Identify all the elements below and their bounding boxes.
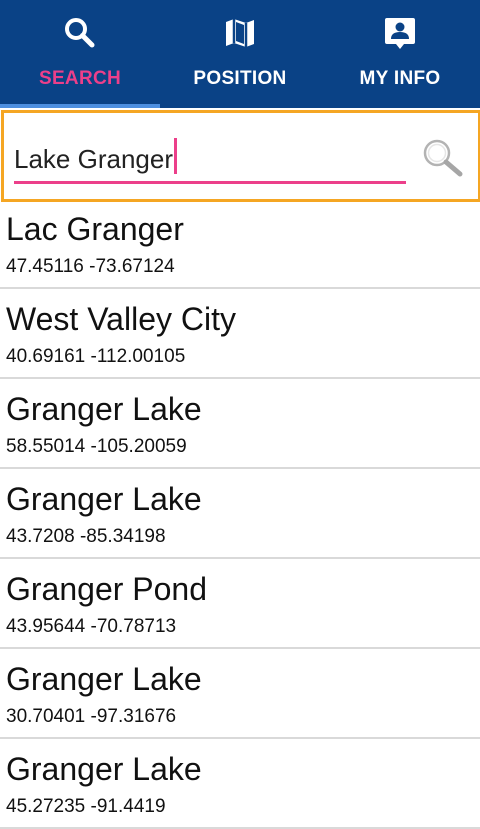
search-icon [65,18,95,48]
tab-my-info[interactable]: MY INFO [320,0,480,108]
tab-position[interactable]: POSITION [160,0,320,108]
map-icon [226,19,254,47]
results-list: Lac Granger 47.45116 -73.67124 West Vall… [0,199,480,829]
result-coordinates: 43.7208 -85.34198 [6,526,166,547]
result-item[interactable]: Granger Lake 43.7208 -85.34198 [0,469,480,559]
result-name: Granger Lake [6,661,202,697]
result-item[interactable]: Granger Lake 30.70401 -97.31676 [0,649,480,739]
result-name: West Valley City [6,301,236,337]
result-name: Lac Granger [6,211,184,247]
tab-search-label: SEARCH [38,68,122,89]
result-coordinates: 30.70401 -97.31676 [6,706,177,727]
tab-my-info-label: MY INFO [359,68,441,89]
result-coordinates: 43.95644 -70.78713 [6,616,177,637]
result-item[interactable]: Lac Granger 47.45116 -73.67124 [0,199,480,289]
result-coordinates: 58.55014 -105.20059 [6,436,187,457]
text-caret [174,138,177,174]
result-name: Granger Pond [6,571,208,607]
result-name: Granger Lake [6,481,202,517]
result-coordinates: 40.69161 -112.00105 [6,346,186,367]
result-item[interactable]: Granger Pond 43.95644 -70.78713 [0,559,480,649]
result-name: Granger Lake [6,391,202,427]
result-name: Granger Lake [6,751,202,787]
active-tab-indicator [0,104,160,108]
search-input-underline [14,181,406,184]
result-coordinates: 45.27235 -91.4419 [6,796,166,817]
contact-card-icon [385,18,415,49]
magnifier-icon[interactable] [418,135,466,179]
result-item[interactable]: Granger Lake 45.27235 -91.4419 [0,739,480,829]
tab-position-label: POSITION [193,68,287,89]
search-bar [1,110,480,202]
result-coordinates: 47.45116 -73.67124 [6,256,175,277]
search-input[interactable] [14,139,394,179]
result-item[interactable]: Granger Lake 58.55014 -105.20059 [0,379,480,469]
result-item[interactable]: West Valley City 40.69161 -112.00105 [0,289,480,379]
tab-search[interactable]: SEARCH [0,0,160,108]
top-tab-bar: SEARCH POSITION MY INFO [0,0,480,108]
